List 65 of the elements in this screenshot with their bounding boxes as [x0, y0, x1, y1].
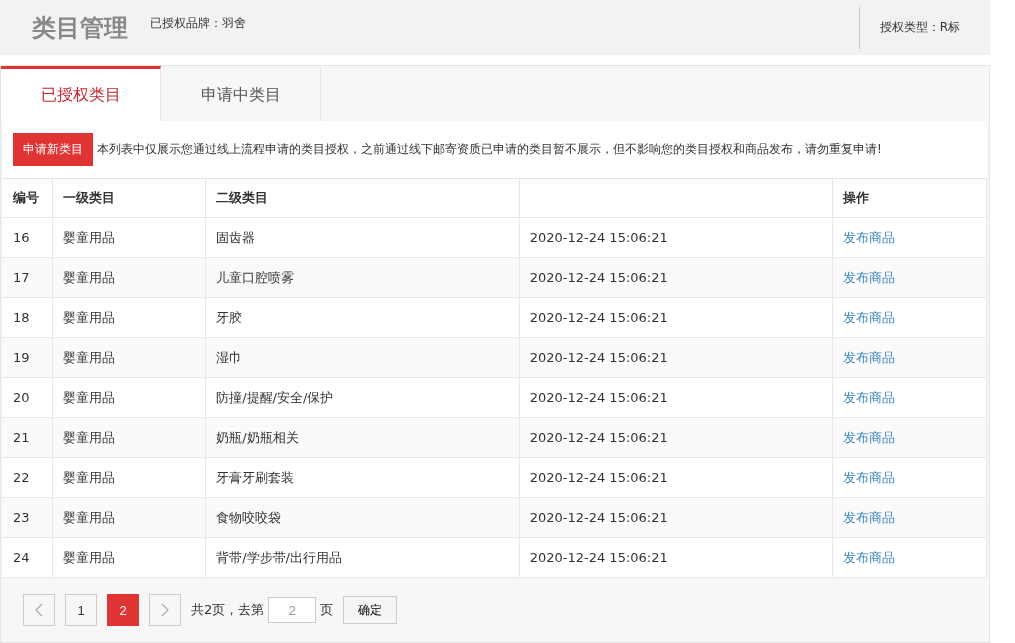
table-cell: 21 — [3, 417, 53, 458]
table-cell: 背带/学步带/出行用品 — [205, 537, 520, 578]
table-cell: 2020-12-24 15:06:21 — [519, 417, 833, 458]
column-header: 一级类目 — [52, 179, 206, 218]
prev-page-button[interactable] — [23, 594, 55, 626]
publish-link[interactable]: 发布商品 — [843, 429, 896, 445]
table-cell: 婴童用品 — [52, 537, 206, 578]
table-cell: 2020-12-24 15:06:21 — [519, 297, 833, 338]
column-header: 编号 — [3, 179, 53, 218]
table-cell: 婴童用品 — [52, 377, 206, 418]
publish-link[interactable]: 发布商品 — [843, 549, 896, 565]
table-cell: 2020-12-24 15:06:21 — [519, 497, 833, 538]
chevron-left-icon — [35, 603, 43, 617]
table-cell: 2020-12-24 15:06:21 — [519, 377, 833, 418]
page-title: 类目管理 — [32, 12, 128, 44]
table-cell: 儿童口腔喷雾 — [205, 257, 520, 298]
page-input[interactable]: 2 — [268, 597, 317, 623]
table-cell: 2020-12-24 15:06:21 — [519, 217, 833, 258]
table-cell: 牙膏牙刷套装 — [205, 457, 520, 498]
table-cell: 婴童用品 — [52, 217, 206, 258]
page-unit-text: 页 — [320, 601, 334, 619]
table-cell: 2020-12-24 15:06:21 — [519, 337, 833, 378]
page-button[interactable]: 1 — [65, 594, 97, 626]
notice-text: 本列表中仅展示您通过线上流程申请的类目授权，之前通过线下邮寄资质已申请的类目暂不展示，但不影响您的类目授权和商品发布，请勿重复申请! — [97, 141, 882, 158]
brand-label: 已授权品牌：羽舍 — [150, 15, 246, 32]
publish-link[interactable]: 发布商品 — [843, 269, 896, 285]
table-cell: 18 — [3, 297, 53, 338]
table-cell: 婴童用品 — [52, 257, 206, 298]
table-cell: 固齿器 — [205, 217, 520, 258]
table-cell: 20 — [3, 377, 53, 418]
table-cell: 17 — [3, 257, 53, 298]
confirm-button[interactable]: 确定 — [343, 596, 398, 624]
publish-link[interactable]: 发布商品 — [843, 389, 896, 405]
tab[interactable]: 已授权类目 — [1, 66, 161, 121]
table-cell: 19 — [3, 337, 53, 378]
page-total-text: 共2页，去第 — [191, 601, 265, 619]
table-cell: 婴童用品 — [52, 337, 206, 378]
table-cell: 22 — [3, 457, 53, 498]
publish-link[interactable]: 发布商品 — [843, 349, 896, 365]
table-cell: 23 — [3, 497, 53, 538]
table-cell: 防撞/提醒/安全/保护 — [205, 377, 520, 418]
table-cell: 婴童用品 — [52, 457, 206, 498]
table-cell: 2020-12-24 15:06:21 — [519, 537, 833, 578]
table-cell: 食物咬咬袋 — [205, 497, 520, 538]
table-cell: 奶瓶/奶瓶相关 — [205, 417, 520, 458]
table-cell: 湿巾 — [205, 337, 520, 378]
table-cell: 婴童用品 — [52, 297, 206, 338]
publish-link[interactable]: 发布商品 — [843, 229, 896, 245]
column-header: 操作 — [832, 179, 987, 218]
table-cell: 2020-12-24 15:06:21 — [519, 257, 833, 298]
publish-link[interactable]: 发布商品 — [843, 509, 896, 525]
publish-link[interactable]: 发布商品 — [843, 469, 896, 485]
chevron-right-icon — [161, 603, 169, 617]
table-cell: 2020-12-24 15:06:21 — [519, 457, 833, 498]
column-header: 二级类目 — [205, 179, 520, 218]
auth-type-label: 授权类型：R标 — [879, 19, 960, 36]
table-cell: 24 — [3, 537, 53, 578]
next-page-button[interactable] — [149, 594, 181, 626]
publish-link[interactable]: 发布商品 — [843, 309, 896, 325]
table-cell: 牙胶 — [205, 297, 520, 338]
page-button[interactable]: 2 — [107, 594, 139, 626]
table-cell: 16 — [3, 217, 53, 258]
apply-button[interactable]: 申请新类目 — [13, 133, 93, 166]
table-cell: 婴童用品 — [52, 497, 206, 538]
table-cell: 婴童用品 — [52, 417, 206, 458]
